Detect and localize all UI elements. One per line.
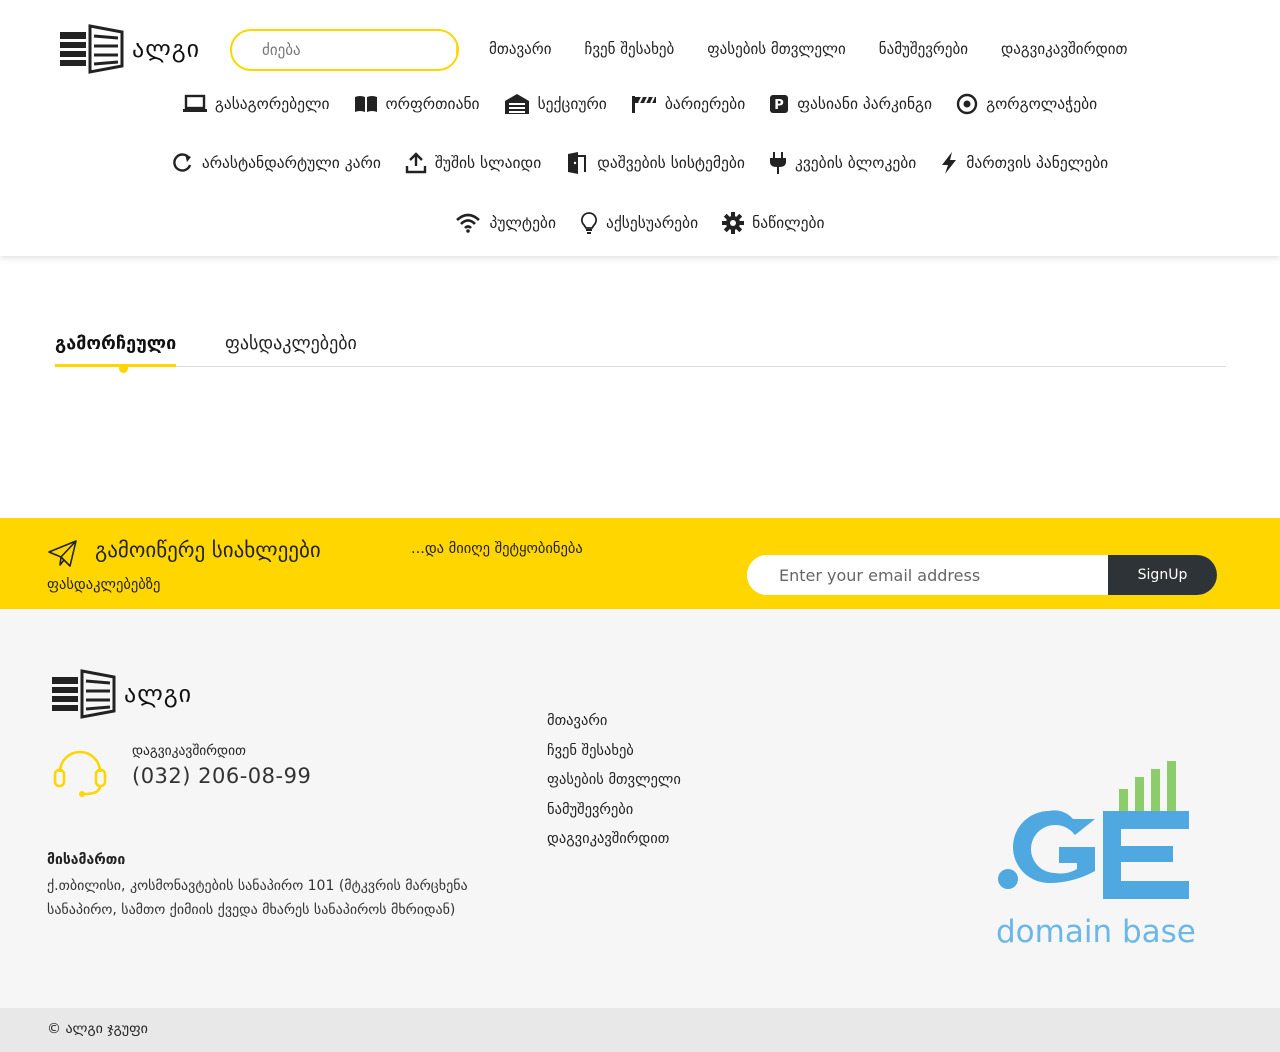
footer-link-home[interactable]: მთავარი xyxy=(547,713,681,733)
copyright-bar: © ალგი ჯგუფი xyxy=(0,1008,1280,1052)
nav-contact[interactable]: დაგვიკავშირდით xyxy=(1001,40,1128,58)
category-accessories[interactable]: აქსესუარები xyxy=(580,212,698,234)
gear-icon xyxy=(722,212,745,234)
category-label: არასტანდარტული კარი xyxy=(201,154,381,172)
rotate-icon xyxy=(173,153,191,172)
category-access-systems[interactable]: დაშვების სისტემები xyxy=(565,152,745,174)
category-sectional[interactable]: სექციური xyxy=(504,93,607,115)
book-open-icon xyxy=(354,96,377,112)
brand-logo[interactable]: ალგი xyxy=(58,24,200,74)
wifi-icon xyxy=(456,213,481,233)
laptop-icon xyxy=(182,94,207,112)
category-double-leaf[interactable]: ორფრთიანი xyxy=(354,93,480,115)
category-custom-door[interactable]: არასტანდარტული კარი xyxy=(172,152,381,174)
ge-logo xyxy=(998,761,1189,899)
category-rolling[interactable]: გასაგორებელი xyxy=(182,93,330,115)
nav-home[interactable]: მთავარი xyxy=(489,40,551,58)
copyright-text: © ალგი ჯგუფი xyxy=(47,1021,148,1037)
domain-base-badge[interactable] xyxy=(995,759,1195,908)
brand-name: ალგი xyxy=(132,35,201,63)
footer-link-price-calculator[interactable]: ფასების მთვლელი xyxy=(547,772,681,792)
category-rollers[interactable]: გორგოლაჭები xyxy=(956,93,1097,115)
category-label: გასაგორებელი xyxy=(214,95,330,113)
newsletter-title: გამოიწერე სიახლეები xyxy=(95,538,321,562)
phone-number[interactable]: (032) 206-08-99 xyxy=(132,764,311,788)
category-label: შუშის სლაიდი xyxy=(434,154,542,172)
category-power-units[interactable]: კვების ბლოკები xyxy=(769,152,916,174)
email-field[interactable] xyxy=(747,555,1108,595)
category-glass-slide[interactable]: შუშის სლაიდი xyxy=(405,152,541,174)
category-control-panels[interactable]: მართვის პანელები xyxy=(940,152,1108,174)
search-bar xyxy=(230,29,459,71)
roller-icon xyxy=(956,93,978,115)
door-open-icon xyxy=(568,152,587,174)
category-label: პულტები xyxy=(489,214,556,232)
footer-logo[interactable]: ალგი xyxy=(50,669,192,719)
category-label: გორგოლაჭები xyxy=(986,95,1098,113)
category-paid-parking[interactable]: P ფასიანი პარკინგი xyxy=(769,93,932,115)
footer-links: მთავარი ჩვენ შესახებ ფასების მთვლელი ნამ… xyxy=(547,713,681,851)
tab-featured[interactable]: გამორჩეული xyxy=(55,333,177,373)
category-parts[interactable]: ნაწილები xyxy=(722,212,825,234)
category-barriers[interactable]: ბარიერები xyxy=(631,93,745,115)
signup-button[interactable]: SignUp xyxy=(1108,555,1217,595)
category-row: არასტანდარტული კარი შუშის სლაიდი დაშვები… xyxy=(0,152,1280,174)
tab-discounts[interactable]: ფასდაკლებები xyxy=(225,333,357,354)
footer-link-about[interactable]: ჩვენ შესახებ xyxy=(547,743,681,763)
newsletter-form: SignUp xyxy=(747,555,1217,595)
logo-icon xyxy=(60,24,124,74)
search-input[interactable] xyxy=(232,31,456,69)
site-footer: ალგი დაგვიკავშირდით (032) 206-08-99 მისა… xyxy=(0,609,1280,1008)
nav-about[interactable]: ჩვენ შესახებ xyxy=(584,40,674,58)
newsletter-section: გამოიწერე სიახლეები ...და მიიღე შეტყობინ… xyxy=(0,518,1280,609)
newsletter-subtitle: ...და მიიღე შეტყობინება xyxy=(411,541,583,557)
category-label: სექციური xyxy=(537,95,607,113)
site-header: ალგი მთავარი ჩვენ შესახებ ფასების მთვლელ… xyxy=(0,0,1280,256)
barrier-icon xyxy=(631,96,656,113)
product-tabs: გამორჩეული ფასდაკლებები xyxy=(55,330,1226,373)
lightbulb-icon xyxy=(581,212,597,234)
parking-icon: P xyxy=(770,95,789,113)
contact-label: დაგვიკავშირდით xyxy=(132,743,246,759)
category-label: მართვის პანელები xyxy=(966,154,1109,172)
category-row: გასაგორებელი ორფრთიანი სექციური ბარიერებ… xyxy=(0,93,1280,115)
newsletter-subtitle-2: ფასდაკლებებზე xyxy=(47,577,161,593)
category-label: ნაწილები xyxy=(752,214,825,232)
domain-base-label: domain base xyxy=(996,914,1196,950)
nav-price-calculator[interactable]: ფასების მთვლელი xyxy=(707,40,845,58)
search-icon xyxy=(456,41,459,59)
category-label: ორფრთიანი xyxy=(385,95,480,113)
address-label: მისამართი xyxy=(47,852,126,868)
category-label: კვების ბლოკები xyxy=(794,154,917,172)
upload-icon xyxy=(405,152,427,174)
garage-door-icon xyxy=(504,94,529,114)
headset-icon xyxy=(53,750,107,797)
plug-icon xyxy=(769,152,786,174)
top-navigation: მთავარი ჩვენ შესახებ ფასების მთვლელი ნამ… xyxy=(489,40,1128,58)
lightning-icon xyxy=(942,152,957,174)
nav-works[interactable]: ნამუშევრები xyxy=(879,40,968,58)
category-label: დაშვების სისტემები xyxy=(597,154,745,172)
category-label: ფასიანი პარკინგი xyxy=(797,95,933,113)
footer-link-contact[interactable]: დაგვიკავშირდით xyxy=(547,831,681,851)
footer-link-works[interactable]: ნამუშევრები xyxy=(547,802,681,822)
svg-text:P: P xyxy=(774,98,784,113)
paper-plane-icon xyxy=(48,540,77,567)
search-button[interactable] xyxy=(456,31,459,69)
category-label: აქსესუარები xyxy=(605,214,699,232)
address-text: ქ.თბილისი, კოსმონავტების სანაპირო 101 (მ… xyxy=(47,878,468,918)
category-remotes[interactable]: პულტები xyxy=(455,212,556,234)
logo-icon xyxy=(52,669,116,719)
category-row: პულტები აქსესუარები ნაწილები xyxy=(0,212,1280,234)
category-label: ბარიერები xyxy=(664,95,746,113)
brand-name: ალგი xyxy=(124,680,193,708)
